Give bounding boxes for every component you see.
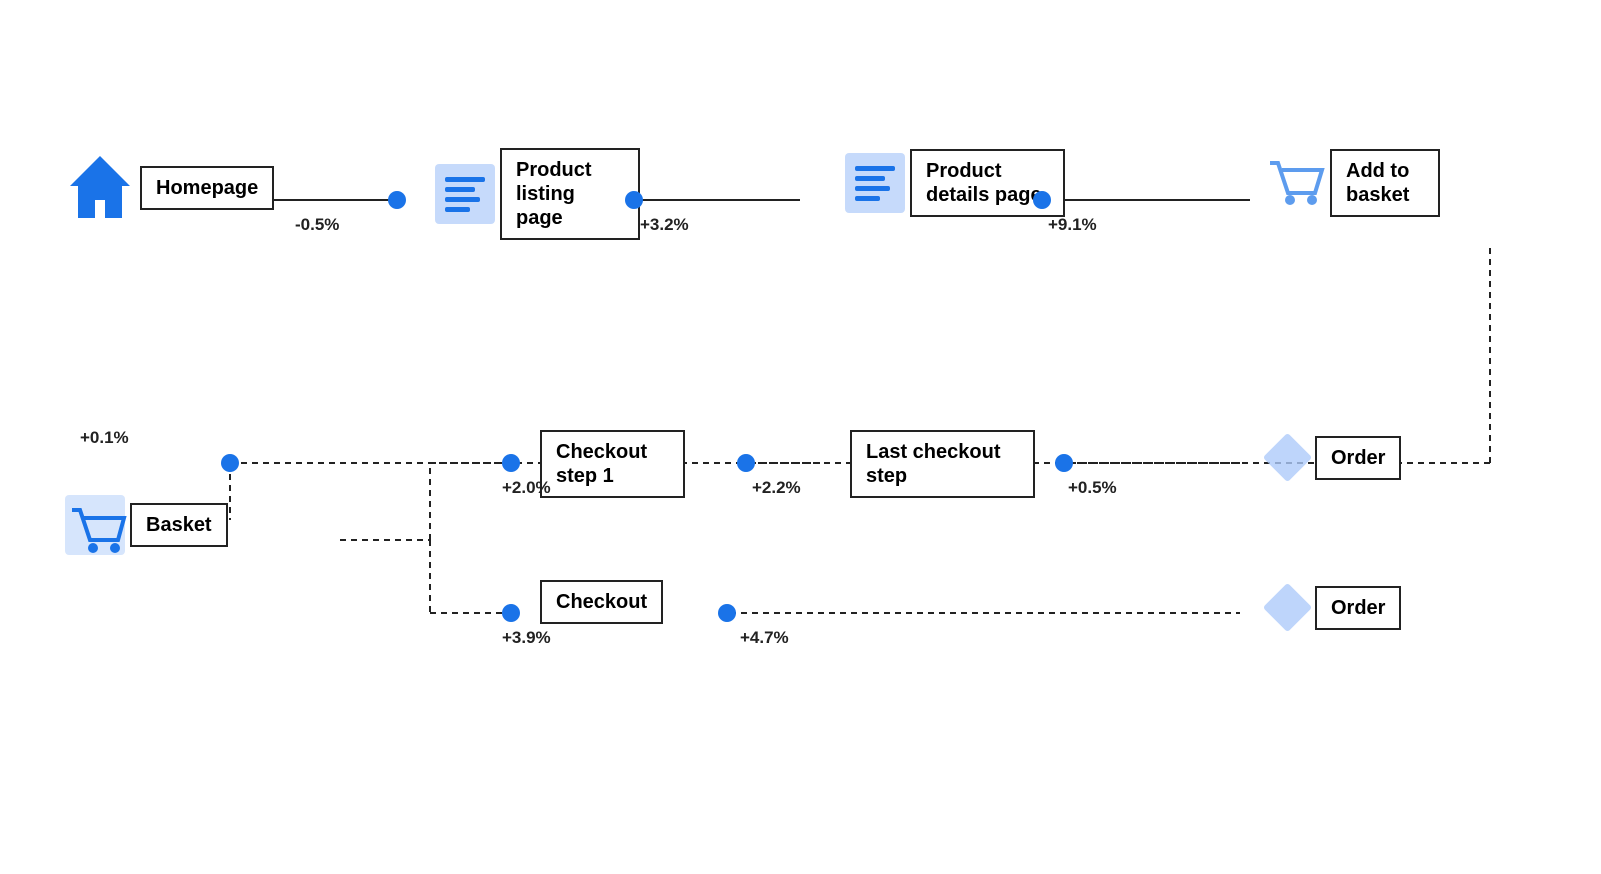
plp-box: Productlisting page [500,148,640,240]
dot-after-lcs [1055,454,1073,472]
atb-node: Add tobasket [1260,148,1440,218]
lcs-box: Last checkoutstep [850,430,1035,498]
atb-box: Add tobasket [1330,149,1440,217]
cart-icon [1260,148,1330,218]
order2-label: Order [1331,597,1385,619]
pct-before-cs1: +2.0% [502,478,551,498]
order2-diamond-icon [1260,580,1315,635]
dot-pdp-atb [1033,191,1051,209]
checkout-box: Checkout [540,580,663,624]
pdp-node: Productdetails page [840,148,1065,218]
order1-node: Order [1260,430,1401,485]
atb-label: Add tobasket [1346,160,1409,206]
dot-after-checkout [718,604,736,622]
plp-icon [430,159,500,229]
dot-basket-vertical [221,454,239,472]
homepage-label: Homepage [156,177,258,199]
plp-label: Productlisting page [516,159,592,229]
checkout-node: Checkout [540,580,663,624]
pct-after-cs1: +2.2% [752,478,801,498]
basket-box: Basket [130,503,228,547]
dot-before-cs1 [502,454,520,472]
pct-after-checkout: +4.7% [740,628,789,648]
homepage-box: Homepage [140,166,274,210]
pct-before-checkout: +3.9% [502,628,551,648]
cs1-box: Checkoutstep 1 [540,430,685,498]
basket-node: Basket [60,490,228,560]
dot-plp-pdp [625,191,643,209]
order1-box: Order [1315,436,1401,480]
dot-before-checkout [502,604,520,622]
pct-after-lcs: +0.5% [1068,478,1117,498]
pct-plp-pdp: +3.2% [640,215,689,235]
pct-homepage-plp: -0.5% [295,215,339,235]
order2-node: Order [1260,580,1401,635]
cs1-node: Checkoutstep 1 [540,430,685,498]
diagram-container: Homepage -0.5% Productlisting page +3.2% [0,0,1601,874]
basket-icon [60,490,130,560]
order2-box: Order [1315,586,1401,630]
pct-pdp-atb: +9.1% [1048,215,1097,235]
pdp-icon [840,148,910,218]
order1-diamond-icon [1260,430,1315,485]
home-icon [60,148,140,228]
pct-basket-top: +0.1% [80,428,129,448]
pdp-label: Productdetails page [926,160,1042,206]
order1-label: Order [1331,447,1385,469]
plp-node: Productlisting page [430,148,640,240]
homepage-node: Homepage [60,148,274,228]
cs1-label: Checkoutstep 1 [556,441,647,487]
dot-after-cs1 [737,454,755,472]
lcs-label: Last checkoutstep [866,441,1000,487]
checkout-label: Checkout [556,591,647,613]
basket-label: Basket [146,514,212,536]
lcs-node: Last checkoutstep [850,430,1035,498]
dot-homepage-plp [388,191,406,209]
